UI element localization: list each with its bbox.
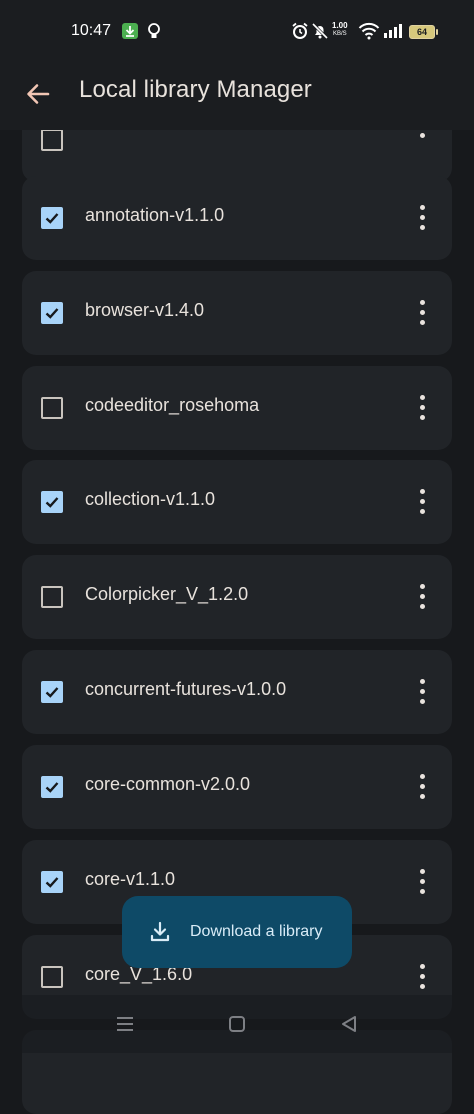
library-name: concurrent-futures-v1.0.0	[85, 679, 287, 699]
library-name: annotation-v1.1.0	[85, 205, 225, 225]
more-options-icon[interactable]	[414, 771, 430, 803]
system-nav-bar	[0, 995, 474, 1053]
app-bar: Local library Manager	[0, 62, 474, 130]
library-name: core-common-v2.0.0	[85, 774, 251, 794]
library-name: codeeditor_rosehoma	[85, 395, 260, 415]
library-checkbox[interactable]	[41, 586, 63, 608]
more-options-icon[interactable]	[414, 866, 430, 898]
wifi-icon	[358, 22, 380, 40]
mute-icon	[311, 22, 329, 40]
more-options-icon[interactable]	[414, 202, 430, 234]
library-checkbox[interactable]	[41, 966, 63, 988]
library-checkbox[interactable]	[41, 491, 63, 513]
library-card[interactable]: browser-v1.4.0	[22, 271, 452, 355]
library-card[interactable]: Colorpicker_V_1.2.0	[22, 555, 452, 639]
download-notification-icon	[122, 23, 138, 39]
more-options-icon[interactable]	[414, 961, 430, 993]
library-checkbox[interactable]	[41, 776, 63, 798]
library-card[interactable]: concurrent-futures-v1.0.0	[22, 650, 452, 734]
battery-icon: 64	[409, 25, 438, 39]
signal-icon	[384, 24, 402, 38]
page-title: Local library Manager	[79, 76, 312, 103]
download-library-label: Download a library	[190, 923, 323, 940]
library-checkbox[interactable]	[41, 397, 63, 419]
network-speed-unit: KB/S	[332, 31, 347, 37]
library-checkbox[interactable]	[41, 681, 63, 703]
status-time: 10:47	[71, 22, 112, 39]
more-options-icon[interactable]	[414, 486, 430, 518]
library-name: collection-v1.1.0	[85, 489, 216, 509]
library-name: core-v1.1.0	[85, 869, 176, 889]
alarm-icon	[292, 22, 308, 39]
more-options-icon[interactable]	[414, 676, 430, 708]
library-checkbox[interactable]	[41, 129, 63, 151]
network-speed: 1.00 KB/S	[332, 22, 348, 38]
library-card[interactable]: annotation-v1.1.0	[22, 176, 452, 260]
status-bar: 10:47 1.00 KB/S 64	[0, 0, 474, 62]
arrow-back-icon[interactable]	[20, 76, 56, 112]
library-card[interactable]: codeeditor_rosehoma	[22, 366, 452, 450]
library-card[interactable]: collection-v1.1.0	[22, 460, 452, 544]
library-checkbox[interactable]	[41, 207, 63, 229]
download-library-button[interactable]: Download a library	[122, 896, 352, 968]
download-icon	[150, 921, 170, 942]
library-card[interactable]: core-common-v2.0.0	[22, 745, 452, 829]
library-checkbox[interactable]	[41, 302, 63, 324]
library-name: Colorpicker_V_1.2.0	[85, 584, 249, 604]
menu-icon[interactable]	[114, 1013, 136, 1035]
more-options-icon[interactable]	[414, 581, 430, 613]
lightbulb-icon	[148, 23, 160, 38]
home-square-icon[interactable]	[226, 1013, 248, 1035]
network-speed-value: 1.00	[332, 21, 348, 30]
more-options-icon[interactable]	[414, 392, 430, 424]
back-triangle-icon[interactable]	[338, 1013, 360, 1035]
more-options-icon[interactable]	[414, 297, 430, 329]
library-name: browser-v1.4.0	[85, 300, 205, 320]
library-checkbox[interactable]	[41, 871, 63, 893]
